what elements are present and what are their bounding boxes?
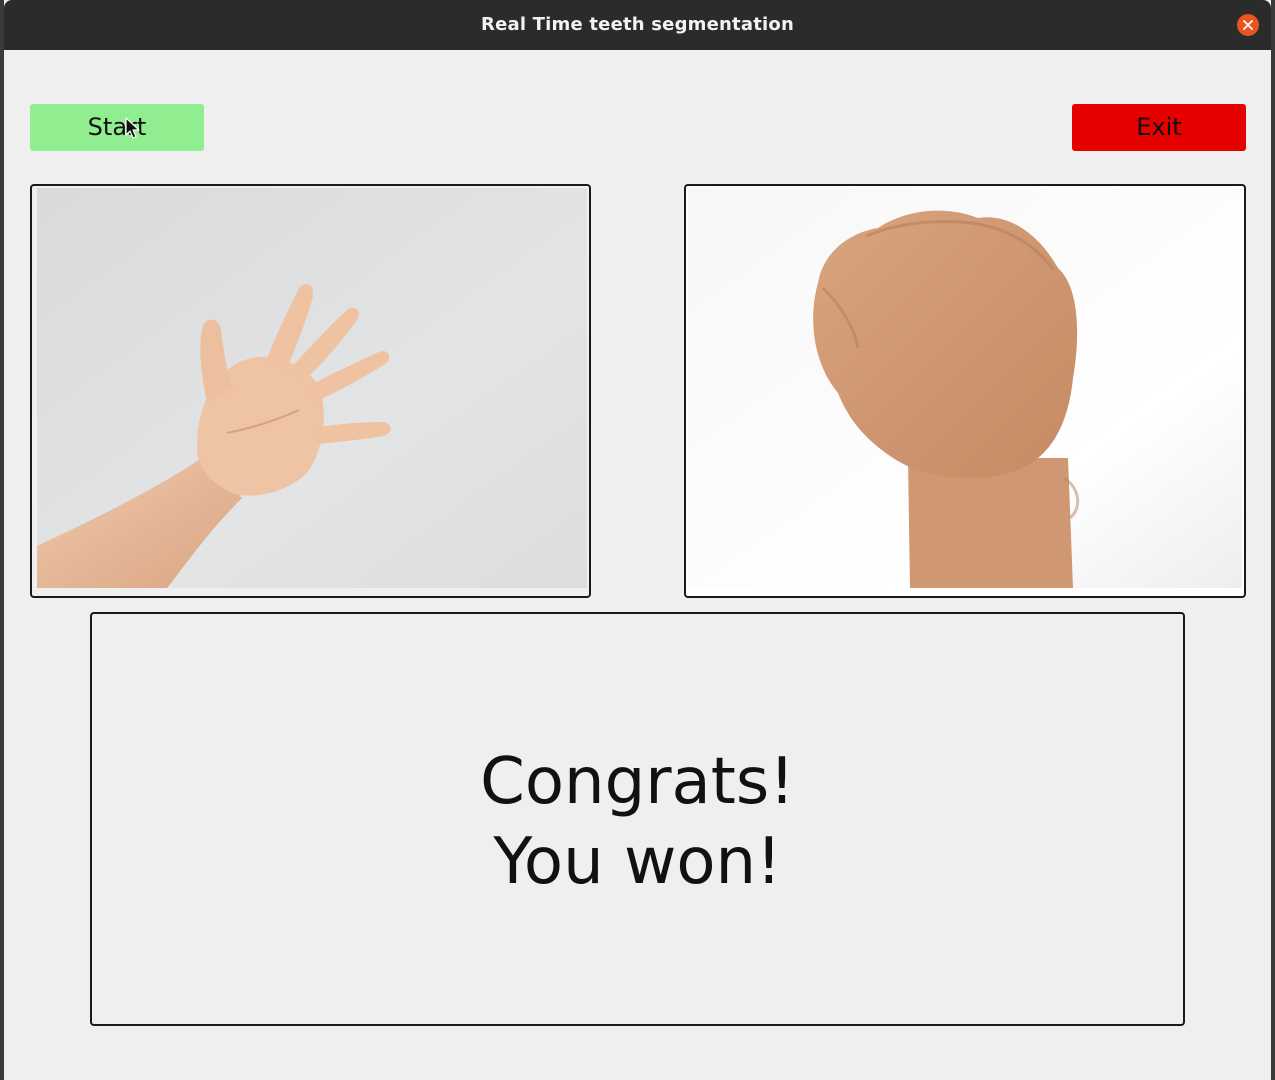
close-icon xyxy=(1243,20,1253,30)
open-hand-image xyxy=(37,188,587,588)
fist-image xyxy=(688,188,1242,588)
start-button[interactable]: Start xyxy=(30,104,204,151)
app-window: Real Time teeth segmentation Start Exit xyxy=(4,0,1271,1080)
title-bar[interactable]: Real Time teeth segmentation xyxy=(4,0,1271,50)
exit-button[interactable]: Exit xyxy=(1072,104,1246,151)
result-line-won: You won! xyxy=(493,825,782,899)
window-title: Real Time teeth segmentation xyxy=(481,14,794,35)
computer-move-panel xyxy=(684,184,1246,598)
window-close-button[interactable] xyxy=(1237,14,1259,36)
result-line-congrats: Congrats! xyxy=(480,745,795,819)
result-message: Congrats! You won! xyxy=(92,742,1183,902)
result-message-box: Congrats! You won! xyxy=(90,612,1185,1026)
player-camera-panel xyxy=(30,184,591,598)
mouse-pointer-icon xyxy=(125,117,140,139)
